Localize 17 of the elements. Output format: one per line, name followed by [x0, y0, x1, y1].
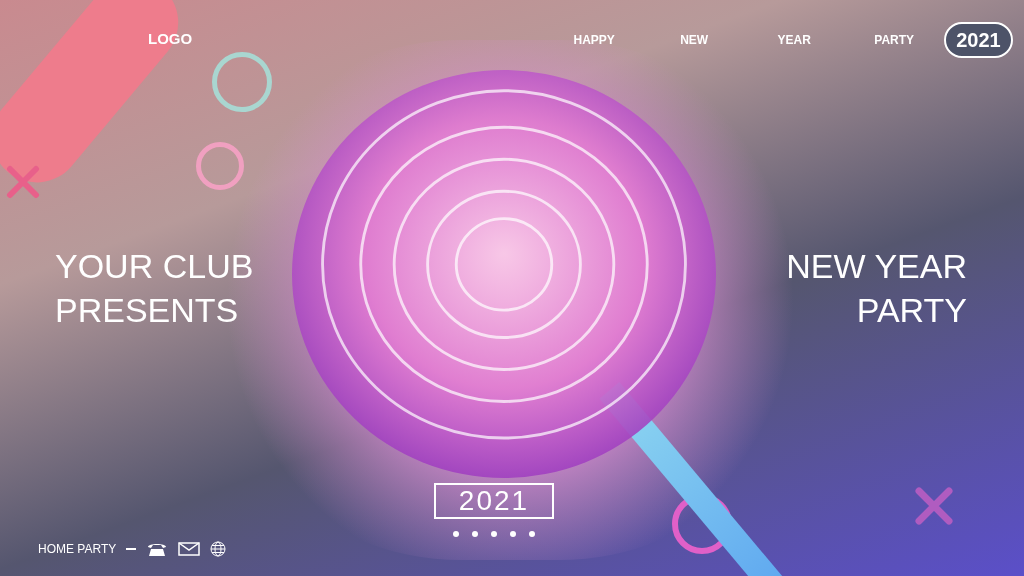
mail-icon[interactable] — [178, 542, 201, 556]
year-button[interactable]: 2021 — [434, 483, 554, 519]
year-badge: 2021 — [944, 22, 1013, 58]
logo-text[interactable]: LOGO — [148, 27, 193, 51]
nav-link[interactable]: HAPPY — [544, 31, 645, 49]
club-title: YOUR CLUB PRESENTS — [55, 245, 254, 331]
ring-shape — [212, 52, 272, 112]
nav-link[interactable]: NEW — [644, 31, 745, 49]
phone-icon[interactable] — [146, 541, 169, 557]
nav-link[interactable]: PARTY — [844, 31, 945, 49]
cross-icon — [6, 165, 40, 199]
nav-link[interactable]: YEAR — [744, 31, 845, 49]
party-title: NEW YEAR PARTY — [786, 245, 967, 331]
globe-icon[interactable] — [210, 541, 227, 557]
ring-shape — [196, 142, 244, 190]
cross-icon — [914, 486, 954, 526]
footer-text: HOME PARTY — [38, 541, 117, 558]
